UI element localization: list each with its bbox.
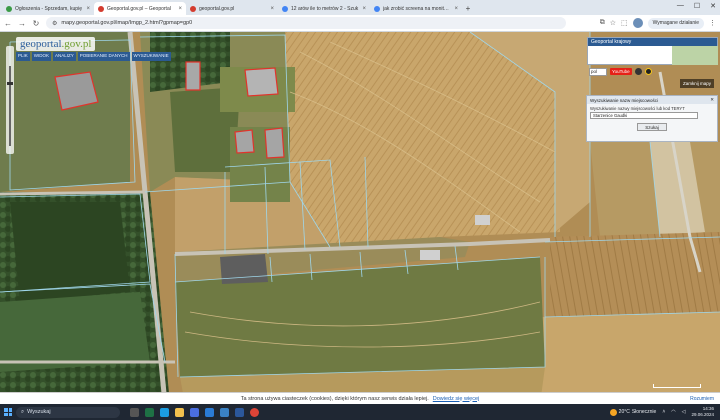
orthophoto — [0, 32, 720, 404]
address-bar: ← → ↻ ⚙ mapy.geoportal.gov.pl/imap/Imgp_… — [0, 15, 720, 32]
photos-icon[interactable] — [220, 407, 229, 417]
taskbar: ⌕ Wyszukaj 20°C Słonecznie ˄ ◠ ◁ 14:36 2… — [0, 404, 720, 420]
cookie-text: Ta strona używa ciasteczek (cookies), dz… — [240, 395, 429, 402]
close-window-button[interactable]: ✕ — [710, 2, 716, 10]
map-toolbar: pol YouTube — [587, 66, 718, 77]
site-info-icon[interactable]: ⚙ — [52, 20, 57, 27]
window-controls: — ☐ ✕ — [677, 2, 716, 10]
logo-left: geoportal — [20, 38, 62, 50]
overview-map-panel: Geoportal krajowy — [587, 37, 718, 65]
language-select[interactable]: pol — [589, 67, 607, 76]
bookmark-star-icon[interactable]: ☆ — [610, 19, 616, 27]
favicon-icon — [6, 5, 12, 12]
word-icon[interactable] — [235, 407, 244, 417]
geoportal-menu: PLIK WIDOK ANALIZY POBIERANIE DANYCH WYS… — [16, 52, 171, 61]
close-icon[interactable]: × — [362, 6, 366, 12]
back-icon[interactable]: ← — [4, 19, 12, 28]
extensions-icon[interactable]: ⬚ — [621, 19, 628, 27]
favicon-icon — [98, 5, 104, 12]
tab-title: 12 arów ile to metrów 2 - Szuk — [291, 5, 359, 12]
tab-0[interactable]: Ogłoszenia - Sprzedam, kupię × — [2, 2, 94, 15]
menu-item-widok[interactable]: WIDOK — [31, 52, 52, 61]
menu-item-analizy[interactable]: ANALIZY — [53, 52, 76, 61]
scale-bar — [653, 384, 701, 388]
windows-start-icon[interactable] — [4, 408, 12, 416]
zoom-slider-handle[interactable] — [7, 82, 13, 85]
search-field-label: Wyszukiwanie nazwy miejscowości lub kod … — [590, 106, 685, 111]
new-tab-button[interactable]: + — [462, 2, 474, 15]
tab-3[interactable]: 12 arów ile to metrów 2 - Szuk × — [278, 2, 370, 15]
sync-button[interactable]: Wymagane działanie — [647, 17, 704, 29]
overview-panel-title: Geoportal krajowy — [588, 38, 717, 46]
locality-search-input[interactable]: Starzenice Gaudki — [590, 112, 698, 119]
maximize-button[interactable]: ☐ — [694, 2, 700, 10]
search-panel-title: Wyszukiwanie nazw miejscowości — [590, 97, 658, 103]
tab-2[interactable]: geoportal.gov.pl × — [186, 2, 278, 15]
close-icon[interactable]: × — [454, 6, 458, 12]
excel-icon[interactable] — [145, 407, 154, 417]
taskbar-search[interactable]: ⌕ Wyszukaj — [16, 406, 120, 418]
taskbar-apps — [130, 407, 259, 417]
reload-icon[interactable]: ↻ — [32, 19, 40, 28]
locality-search-panel: Wyszukiwanie nazw miejscowości ✕ Wyszuki… — [586, 95, 718, 142]
zoom-slider[interactable] — [9, 66, 11, 146]
geoportal-logo[interactable]: geoportal.gov.pl — [16, 37, 96, 51]
overview-minimap[interactable] — [672, 46, 718, 65]
clock[interactable]: 14:36 29.06.2024 — [691, 406, 714, 418]
close-icon[interactable]: × — [178, 6, 182, 12]
sun-icon — [609, 408, 617, 416]
favicon-icon — [282, 5, 288, 12]
mail-icon[interactable] — [205, 407, 214, 417]
favicon-icon — [190, 5, 196, 12]
tab-1[interactable]: Geoportal.gov.pl – Geoportal × — [94, 2, 186, 15]
task-view-icon[interactable] — [130, 407, 139, 417]
wifi-icon[interactable]: ◠ — [671, 409, 675, 415]
url-text: mapy.geoportal.gov.pl/imap/Imgp_2.html?g… — [61, 20, 193, 26]
store-icon[interactable] — [190, 407, 199, 417]
menu-item-wyszukiwanie[interactable]: WYSZUKIWANIE — [131, 52, 171, 61]
cookie-banner: Ta strona używa ciasteczek (cookies), dz… — [0, 392, 720, 404]
cookie-learn-more-link[interactable]: Dowiedz się więcej — [433, 396, 479, 402]
minimize-button[interactable]: — — [677, 2, 684, 10]
tab-bar: Ogłoszenia - Sprzedam, kupię × Geoportal.… — [0, 0, 720, 15]
edge-icon[interactable] — [160, 407, 169, 417]
search-icon: ⌕ — [21, 408, 25, 415]
tab-title: jak zrobić screena na monitorze — [383, 5, 452, 12]
taskbar-search-placeholder: Wyszukaj — [27, 409, 51, 415]
logo-right: .gov.pl — [61, 38, 92, 50]
url-field[interactable]: ⚙ mapy.geoportal.gov.pl/imap/Imgp_2.html… — [46, 17, 566, 29]
help-icon[interactable] — [634, 68, 642, 75]
search-button[interactable]: Szukaj — [637, 123, 667, 131]
avatar[interactable] — [632, 18, 643, 28]
chrome-icon[interactable] — [250, 407, 259, 417]
clock-date: 29.06.2024 — [691, 412, 714, 417]
youtube-button[interactable]: YouTube — [610, 68, 632, 75]
menu-item-plik[interactable]: PLIK — [16, 52, 30, 61]
menu-item-pobieranie[interactable]: POBIERANIE DANYCH — [77, 52, 130, 61]
close-icon[interactable]: ✕ — [710, 97, 714, 103]
close-icon[interactable]: × — [86, 6, 90, 12]
tab-title: Ogłoszenia - Sprzedam, kupię — [15, 5, 82, 12]
cookie-accept-button[interactable]: Rozumiem — [690, 396, 714, 402]
menu-dots-icon[interactable]: ⋮ — [709, 19, 716, 27]
tab-4[interactable]: jak zrobić screena na monitorze × — [370, 2, 462, 15]
close-icon[interactable]: × — [270, 6, 274, 12]
weather-temp: 20°C — [618, 409, 630, 415]
screenshot-icon[interactable]: ⧉ — [600, 19, 605, 27]
forward-icon[interactable]: → — [18, 19, 26, 28]
weather-widget[interactable]: 20°C Słonecznie — [609, 408, 657, 416]
favicon-icon — [374, 5, 380, 12]
close-maps-button[interactable]: Zamknij mapy — [680, 79, 715, 88]
tab-title: geoportal.gov.pl — [199, 5, 235, 12]
map-canvas[interactable] — [0, 32, 720, 404]
volume-icon[interactable]: ◁ — [682, 409, 686, 415]
tab-title: Geoportal.gov.pl – Geoportal — [107, 5, 171, 12]
tray-chevron-icon[interactable]: ˄ — [662, 409, 665, 415]
eye-icon[interactable] — [644, 68, 652, 75]
weather-text: Słonecznie — [631, 409, 657, 415]
file-explorer-icon[interactable] — [175, 407, 184, 417]
